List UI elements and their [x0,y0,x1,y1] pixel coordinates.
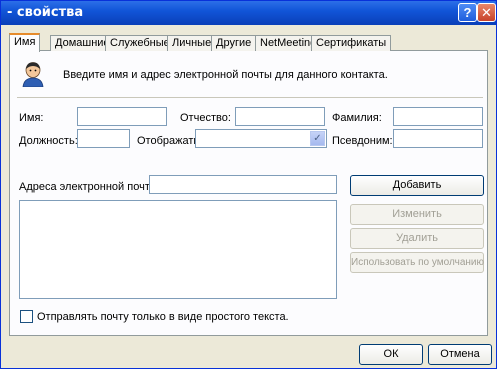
email-input[interactable] [149,175,337,194]
cancel-button[interactable]: Отмена [428,344,492,365]
email-list[interactable] [19,200,337,299]
help-button[interactable]: ? [458,3,477,22]
intro-text: Введите имя и адрес электронной почты дл… [63,69,388,81]
contact-person-icon [22,62,44,87]
contact-properties-window: - свойства ? ✕ Имя Домашние Служебные Ли… [0,0,497,369]
job-title-input[interactable] [77,129,130,148]
window-title: - свойства [7,5,84,20]
set-default-email-button[interactable]: Использовать по умолчанию [350,252,484,273]
nickname-input[interactable] [393,129,483,148]
tab-business[interactable]: Служебные [105,35,175,51]
middle-name-input[interactable] [235,107,325,126]
ok-button[interactable]: ОК [359,344,423,365]
job-title-label: Должность: [19,135,78,147]
first-name-label: Имя: [19,112,44,124]
divider [17,97,483,98]
add-email-button[interactable]: Добавить [350,175,484,196]
plain-text-checkbox[interactable] [20,310,33,323]
display-name-select[interactable]: ✓ [195,129,327,148]
edit-email-button[interactable]: Изменить [350,204,484,225]
tab-certificates[interactable]: Сертификаты [311,35,392,51]
email-label: Адреса электронной почты: [19,181,161,193]
nickname-label: Псевдоним: [332,135,393,147]
middle-name-label: Отчество: [180,112,231,124]
first-name-input[interactable] [77,107,167,126]
tab-name[interactable]: Имя [9,33,41,52]
title-bar[interactable]: - свойства ? ✕ [1,1,496,25]
close-button[interactable]: ✕ [477,3,496,22]
delete-email-button[interactable]: Удалить [350,228,484,249]
tab-personal[interactable]: Личные [167,35,217,51]
chevron-down-icon[interactable]: ✓ [310,131,325,146]
display-name-label: Отображать: [137,135,203,147]
last-name-input[interactable] [393,107,483,126]
plain-text-label: Отправлять почту только в виде простого … [37,311,289,323]
tab-other[interactable]: Другие [211,35,257,51]
last-name-label: Фамилия: [332,112,382,124]
